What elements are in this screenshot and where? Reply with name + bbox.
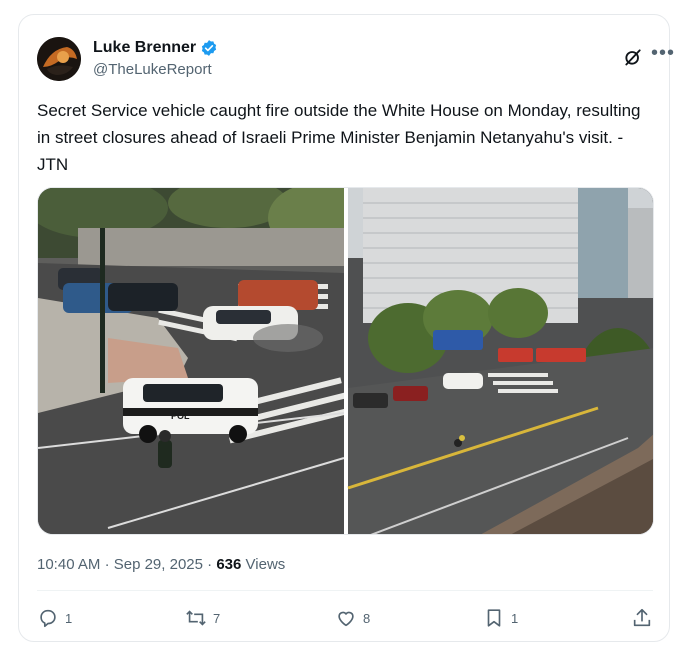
verified-badge-icon bbox=[202, 40, 217, 56]
views-count: 636 bbox=[216, 556, 242, 573]
bookmark-icon bbox=[487, 609, 501, 627]
tweet-card[interactable]: Luke Brenner @TheLukeReport ••• Secret S… bbox=[18, 14, 674, 642]
reply-count: 1 bbox=[65, 610, 73, 626]
views-label: Views bbox=[245, 556, 286, 573]
like-button[interactable]: 8 bbox=[335, 607, 370, 629]
media-image-right[interactable] bbox=[347, 188, 654, 535]
like-count: 8 bbox=[363, 610, 371, 626]
meta-separator: · bbox=[104, 556, 110, 573]
more-icon[interactable]: ••• bbox=[651, 43, 675, 63]
bookmark-count: 1 bbox=[511, 610, 519, 626]
author-handle[interactable]: @TheLukeReport bbox=[93, 61, 212, 78]
tweet-text: Secret Service vehicle caught fire outsi… bbox=[37, 101, 641, 174]
action-bar: 1 7 8 1 bbox=[37, 607, 653, 631]
tweet-header: Luke Brenner @TheLukeReport ••• bbox=[37, 37, 674, 85]
repost-count: 7 bbox=[213, 610, 221, 626]
share-icon bbox=[633, 608, 651, 627]
media-image-left[interactable]: POL bbox=[38, 188, 368, 535]
repost-button[interactable]: 7 bbox=[185, 607, 220, 629]
reply-icon bbox=[40, 609, 56, 628]
tweet-media[interactable]: POL bbox=[37, 187, 654, 535]
grok-icon[interactable] bbox=[623, 47, 643, 67]
divider bbox=[37, 590, 653, 591]
display-name[interactable]: Luke Brenner bbox=[93, 39, 196, 57]
reply-button[interactable]: 1 bbox=[37, 607, 72, 629]
bookmark-button[interactable]: 1 bbox=[483, 607, 518, 629]
name-row: Luke Brenner bbox=[93, 39, 218, 57]
police-vehicle-text: POL bbox=[171, 411, 190, 421]
like-icon bbox=[338, 611, 354, 627]
tweet-date[interactable]: Sep 29, 2025 bbox=[114, 556, 203, 573]
repost-icon bbox=[186, 610, 206, 626]
tweet-meta: 10:40 AM · Sep 29, 2025 · 636 Views bbox=[37, 556, 285, 573]
avatar[interactable] bbox=[37, 37, 81, 81]
meta-separator: · bbox=[207, 556, 213, 573]
share-button[interactable] bbox=[631, 607, 653, 629]
tweet-time[interactable]: 10:40 AM bbox=[37, 556, 100, 573]
